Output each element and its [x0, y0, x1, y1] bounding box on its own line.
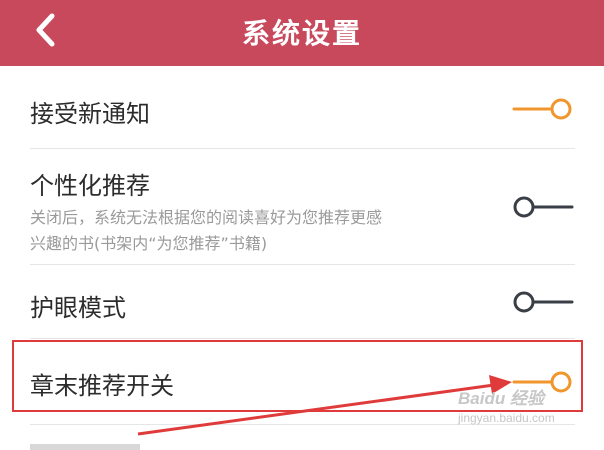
- divider: [30, 264, 575, 265]
- toggle-personalized[interactable]: [512, 193, 574, 221]
- toggle-notifications[interactable]: [512, 95, 574, 123]
- divider: [30, 148, 575, 149]
- setting-description: 关闭后，系统无法根据您的阅读喜好为您推荐更感 兴趣的书(书架内“为您推荐”书籍): [30, 205, 480, 257]
- app-header: 系统设置: [0, 0, 604, 66]
- watermark: Baidu 经验 jingyan.baidu.com: [458, 384, 583, 439]
- divider: [30, 338, 575, 339]
- setting-label: 护眼模式: [30, 294, 126, 322]
- setting-row-notifications: 接受新通知: [30, 94, 578, 129]
- setting-label: 个性化推荐: [30, 172, 150, 200]
- toggle-on-icon: [512, 98, 572, 120]
- toggle-off-icon: [513, 291, 574, 313]
- setting-label: 接受新通知: [30, 100, 150, 128]
- partial-label: [30, 444, 140, 450]
- page-title: 系统设置: [241, 17, 362, 50]
- watermark-brand: Baidu 经验: [458, 389, 544, 408]
- description-line: 关闭后，系统无法根据您的阅读喜好为您推荐更感: [30, 208, 383, 227]
- setting-row-personalized: 个性化推荐 关闭后，系统无法根据您的阅读喜好为您推荐更感 兴趣的书(书架内“为您…: [30, 166, 578, 257]
- setting-row-eye-protection: 护眼模式: [30, 288, 578, 323]
- toggle-off-icon: [513, 196, 574, 218]
- watermark-url: jingyan.baidu.com: [458, 411, 555, 425]
- toggle-eye-protection[interactable]: [512, 288, 574, 316]
- description-line: 兴趣的书(书架内“为您推荐”书籍): [30, 234, 268, 253]
